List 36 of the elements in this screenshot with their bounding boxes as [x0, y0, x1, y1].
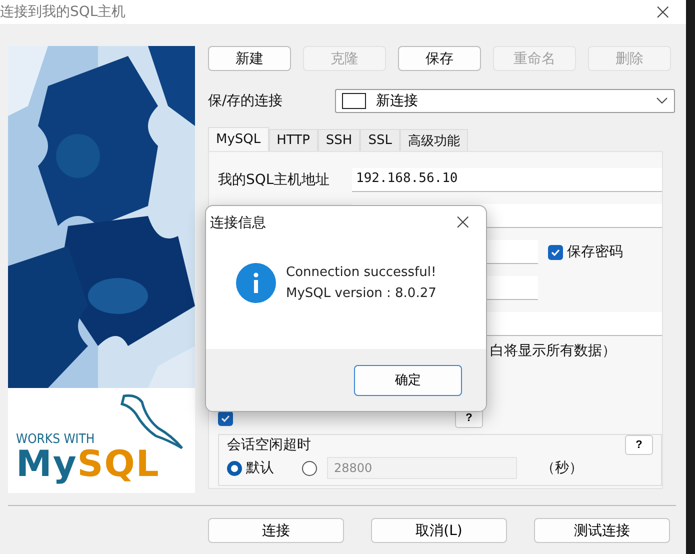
- logo-wordmark: MySQL: [16, 447, 161, 483]
- window-title: 连接到我的SQL主机: [0, 3, 126, 21]
- tab[interactable]: SSH: [318, 129, 360, 151]
- input-field[interactable]: 192.168.56.10: [352, 168, 662, 192]
- tab[interactable]: SSL: [360, 129, 400, 151]
- toolbar-button[interactable]: 新建: [208, 46, 291, 71]
- logo-tagline: WORKS WITH: [16, 432, 96, 447]
- close-icon[interactable]: ×: [454, 210, 472, 235]
- info-icon: [236, 263, 276, 303]
- radio-button[interactable]: [302, 460, 317, 476]
- checkbox[interactable]: [548, 244, 563, 260]
- footer-button[interactable]: 连接: [208, 518, 344, 543]
- footer-button[interactable]: 测试连接: [534, 518, 670, 543]
- ok-button[interactable]: 确定: [354, 364, 462, 396]
- message-text: Connection successful!: [286, 264, 436, 282]
- checkbox-label: 保存密码: [567, 243, 623, 261]
- chevron-down-icon: [656, 97, 668, 105]
- radio-button[interactable]: [227, 460, 242, 476]
- toolbar-button[interactable]: 保存: [398, 46, 481, 71]
- message-text: MySQL version : 8.0.27: [286, 285, 436, 303]
- field-label: 保/存的连接: [208, 92, 283, 110]
- tab[interactable]: MySQL: [208, 127, 269, 151]
- radio-label: 默认: [246, 459, 274, 477]
- dialog-title: 连接信息: [210, 214, 266, 232]
- footer-button[interactable]: 取消(L): [371, 518, 507, 543]
- close-icon[interactable]: ×: [654, 0, 672, 24]
- help-button[interactable]: ?: [625, 435, 653, 455]
- hint-text: 白将显示所有数据）: [490, 342, 616, 360]
- group-title: 会话空闲超时: [227, 436, 311, 454]
- check-icon: [550, 246, 561, 258]
- unit-label: （秒）: [541, 459, 583, 477]
- tab[interactable]: HTTP: [268, 129, 318, 151]
- field-label: 我的SQL主机地址: [218, 171, 331, 189]
- check-icon: [220, 412, 231, 424]
- tab[interactable]: 高级功能: [400, 129, 468, 151]
- connection-dropdown[interactable]: 新连接: [335, 89, 675, 113]
